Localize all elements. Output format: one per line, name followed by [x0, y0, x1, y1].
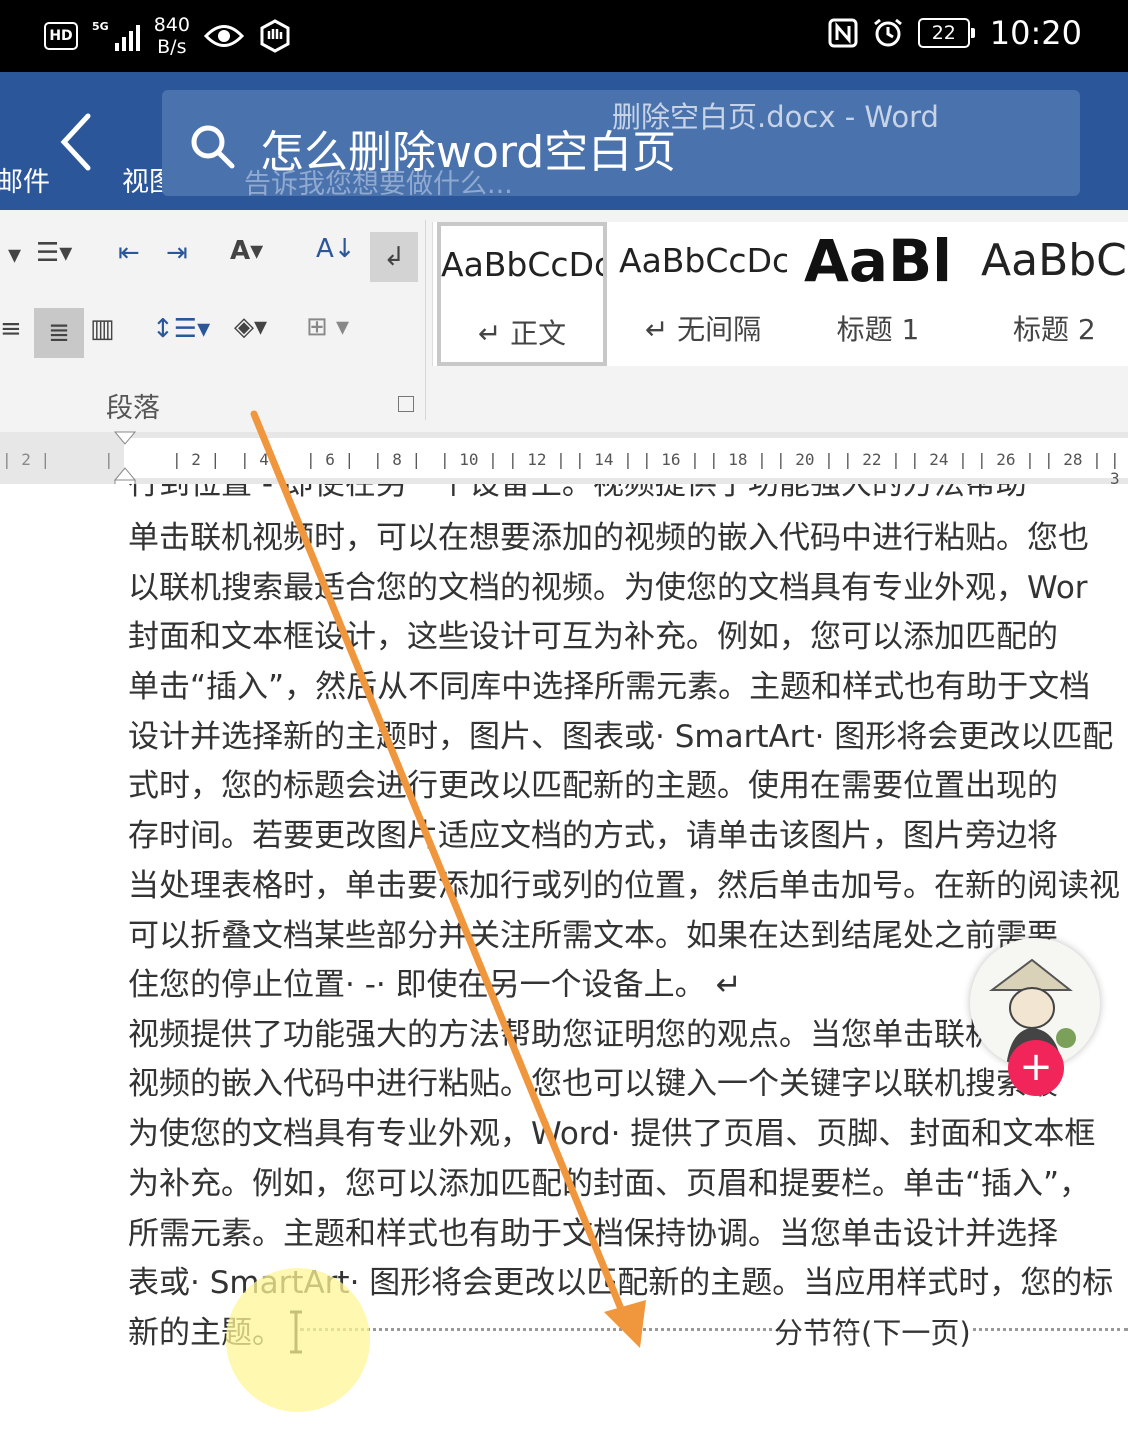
styles-gallery: AaBbCcDc ↵ 正文 AaBbCcDc ↵ 无间隔 AaBl 标题 1 A… [432, 222, 1128, 366]
ruler-tick: | 26 | [977, 450, 1035, 469]
shading-icon[interactable]: ◈▾ [234, 312, 267, 342]
bullets-dropdown-icon[interactable]: ▾ [8, 240, 21, 270]
network-speed: 840 B/s [154, 14, 190, 58]
search-query[interactable]: 怎么删除word空白页 [260, 116, 676, 180]
network-type: 5G [92, 21, 109, 33]
battery-icon: 22 [918, 18, 970, 48]
text-line: 视频提供了功能强大的方法帮助您证明您的观点。当您单击联机视频 [128, 1009, 1058, 1054]
text-line: 住您的停止位置· -· 即使在另一个设备上。 ↵ [128, 959, 741, 1004]
search-bar[interactable]: 删除空白页.docx - Word 告诉我您想要做什么... 怎么删除word空… [162, 90, 1080, 196]
nfc-icon [828, 18, 858, 48]
style-sample: AaBbCcDc [441, 226, 603, 304]
ruler-tick: | 18 | [709, 450, 767, 469]
paragraph-group-label: 段落 [106, 386, 160, 425]
increase-indent-icon[interactable]: ⇥ [166, 238, 188, 268]
pointer-highlight [226, 1268, 370, 1412]
style-name: 标题 2 [981, 308, 1128, 348]
text-line: 式时，您的标题会进行更改以匹配新的主题。使用在需要位置出现的 [128, 760, 1058, 805]
document-page[interactable]: 行到位置 - 即使在另一个设备上。视频提供了功能强大的方法帮助 单击联机视频时，… [0, 484, 1128, 1438]
horizontal-ruler[interactable]: | 2 | | | 2 | | 4 | 6 | | 8 | | 10 | | 1… [0, 432, 1128, 484]
style-sample: AaBbCcDc [619, 222, 787, 300]
decrease-indent-icon[interactable]: ⇤ [118, 238, 140, 268]
style-normal[interactable]: AaBbCcDc ↵ 正文 [437, 222, 607, 366]
ruler-tick: | 22 | [843, 450, 901, 469]
text-line: 所需元素。主题和样式也有助于文档保持协调。当您单击设计并选择 [128, 1208, 1058, 1253]
justify-icon[interactable]: ≣ [34, 308, 84, 358]
search-icon [188, 122, 236, 170]
speed-value: 840 [154, 14, 190, 36]
ruler-tick: | 4 [240, 450, 269, 469]
clock: 10:20 [990, 14, 1082, 52]
alarm-icon [872, 17, 904, 49]
ruler-tick: | 24 | [910, 450, 968, 469]
show-marks-icon[interactable]: ↲ [370, 232, 418, 282]
ruler-tick: | 8 | [373, 450, 421, 469]
text-line: 当处理表格时，单击要添加行或列的位置，然后单击加号。在新的阅读视 [128, 860, 1120, 905]
text-line: 视频的嵌入代码中进行粘贴。您也可以键入一个关键字以联机搜索最 [128, 1058, 1058, 1103]
style-no-spacing[interactable]: AaBbCcDc ↵ 无间隔 [619, 222, 787, 366]
ruler-tick: | 28 | [1044, 450, 1102, 469]
hd-icon: HD [44, 22, 78, 50]
title-bar: 邮件 视图 删除空白页.docx - Word 告诉我您想要做什么... 怎么删… [0, 72, 1128, 210]
ruler-tick: | 14 | [575, 450, 633, 469]
ruler-tick: | 2 | [2, 450, 50, 469]
align-right-icon[interactable]: ≡ [0, 314, 22, 344]
ruler-tick: | 2 | [172, 450, 220, 469]
eye-icon [204, 23, 244, 49]
follow-button[interactable]: + [1008, 1040, 1064, 1096]
line-spacing-icon[interactable]: ↕☰▾ [152, 314, 210, 344]
hand-icon [258, 19, 292, 53]
speed-unit: B/s [157, 36, 186, 58]
text-line: 可以折叠文档某些部分并关注所需文本。如果在达到结尾处之前需要 [128, 910, 1058, 955]
text-line: 为使您的文档具有专业外观，Word· 提供了页眉、页脚、封面和文本框 [128, 1108, 1095, 1153]
paragraph-launcher-icon[interactable] [398, 396, 414, 412]
borders-icon[interactable]: ⊞ ▾ [306, 312, 349, 342]
signal-icon: 5G [92, 21, 140, 51]
ribbon: ▾ ☰▾ ⇤ ⇥ A▾ A↓ ↲ ≡ ≣ ▥ ↕☰▾ ◈▾ ⊞ ▾ 段落 AaB… [0, 210, 1128, 433]
text-line: 单击“插入”，然后从不同库中选择所需元素。主题和样式也有助于文档 [128, 661, 1090, 706]
indent-marker-icon[interactable] [113, 430, 137, 486]
style-heading-1[interactable]: AaBl 标题 1 [801, 222, 955, 366]
multilevel-list-icon[interactable]: ☰▾ [36, 238, 72, 268]
style-name: ↵ 正文 [441, 312, 603, 352]
style-heading-2[interactable]: AaBbC 标题 2 [981, 222, 1128, 366]
status-bar: HD 5G 840 B/s 22 10:20 [0, 0, 1128, 72]
distributed-icon[interactable]: ▥ [90, 314, 115, 344]
ruler-tick: | 10 | [440, 450, 498, 469]
style-sample: AaBl [801, 222, 955, 300]
text-line: 封面和文本框设计，这些设计可互为补充。例如，您可以添加匹配的 [128, 611, 1058, 656]
ruler-tick: | 3 [1110, 450, 1128, 488]
ruler-tick: | 6 | [306, 450, 354, 469]
text-line: 存时间。若要更改图片适应文档的方式，请单击该图片，图片旁边将 [128, 810, 1058, 855]
tab-mailings[interactable]: 邮件 [0, 160, 50, 199]
ruler-tick: | 16 | [642, 450, 700, 469]
text-line: 为补充。例如，您可以添加匹配的封面、页眉和提要栏。单击“插入”， [128, 1158, 1090, 1203]
chevron-left-icon [56, 112, 96, 172]
style-sample: AaBbC [981, 222, 1128, 300]
chinese-layout-icon[interactable]: A▾ [230, 236, 263, 266]
group-divider [425, 220, 426, 420]
ruler-tick: | 12 | [508, 450, 566, 469]
text-line: 以联机搜索最适合您的文档的视频。为使您的文档具有专业外观，Wor [128, 562, 1088, 607]
style-name: ↵ 无间隔 [619, 308, 787, 348]
text-line: 行到位置 - 即使在另一个设备上。视频提供了功能强大的方法帮助 [128, 484, 1027, 503]
back-button[interactable] [56, 112, 106, 172]
style-name: 标题 1 [801, 308, 955, 348]
text-line: 单击联机视频时，可以在想要添加的视频的嵌入代码中进行粘贴。您也 [128, 512, 1089, 557]
sort-icon[interactable]: A↓ [316, 234, 356, 264]
ruler-tick: | 20 | [776, 450, 834, 469]
text-line: 设计并选择新的主题时，图片、图表或· SmartArt· 图形将会更改以匹配 [128, 711, 1113, 756]
section-break-label: 分节符(下一页) [772, 1310, 973, 1352]
section-break-line [300, 1328, 1128, 1331]
